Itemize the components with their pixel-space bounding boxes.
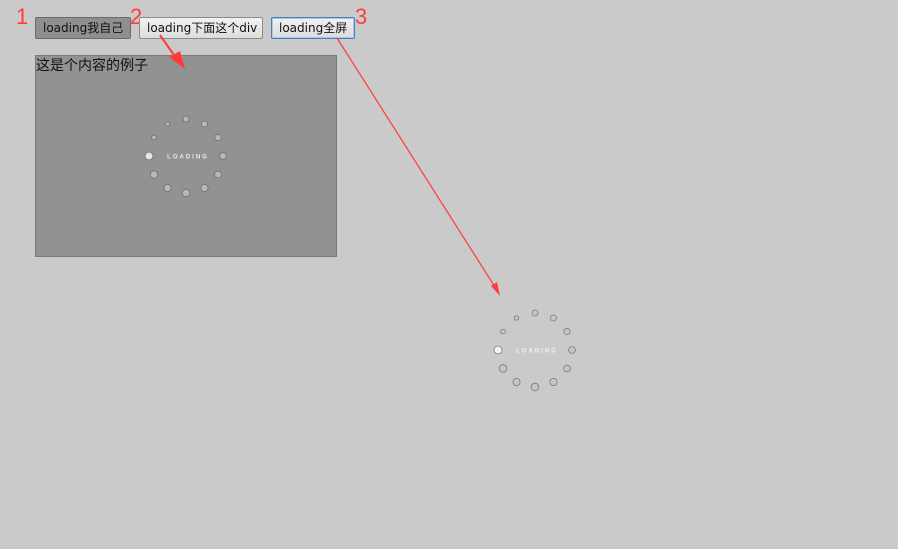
spinner-dot — [530, 382, 540, 392]
spinner-dot — [163, 184, 172, 193]
spinner-dot — [200, 184, 209, 193]
spinner-dot — [513, 315, 520, 321]
spinner-dot — [201, 120, 208, 128]
spinner-dot — [512, 378, 521, 387]
loading-self-button[interactable]: loading我自己 — [35, 17, 131, 39]
content-text: 这是个内容的例子 — [36, 58, 148, 74]
spinner-label: LOADING — [516, 349, 558, 355]
spinner-dot — [214, 170, 222, 179]
spinner-dot — [563, 327, 571, 336]
spinner-label: LOADING — [167, 155, 209, 161]
annotation-number-1: 1 — [16, 4, 29, 29]
annotation-arrow-3-shaft — [336, 37, 496, 288]
spinner-dot — [531, 309, 539, 317]
spinner-dot — [182, 115, 190, 123]
annotation-number-3: 3 — [355, 4, 368, 29]
spinner-dot — [164, 121, 171, 127]
spinner-dot — [500, 328, 506, 335]
fullscreen-loading-spinner: LOADING — [485, 300, 585, 400]
annotation-arrow-3-head — [491, 282, 500, 296]
spinner-dot — [549, 378, 558, 387]
div-loading-spinner: LOADING — [136, 106, 236, 206]
spinner-dot — [151, 134, 157, 141]
spinner-dot — [498, 364, 508, 373]
spinner-dot — [568, 346, 576, 354]
spinner-dot — [550, 314, 557, 322]
spinner-dot — [144, 151, 154, 161]
spinner-dot — [493, 345, 503, 355]
loading-fullscreen-button[interactable]: loading全屏 — [271, 17, 355, 39]
spinner-dot — [219, 152, 227, 160]
spinner-dot — [149, 170, 159, 179]
spinner-dot — [214, 133, 222, 142]
content-div: 这是个内容的例子 LOADING — [35, 55, 337, 257]
loading-div-button[interactable]: loading下面这个div — [139, 17, 263, 39]
spinner-dot — [563, 364, 571, 373]
spinner-dot — [181, 188, 191, 198]
